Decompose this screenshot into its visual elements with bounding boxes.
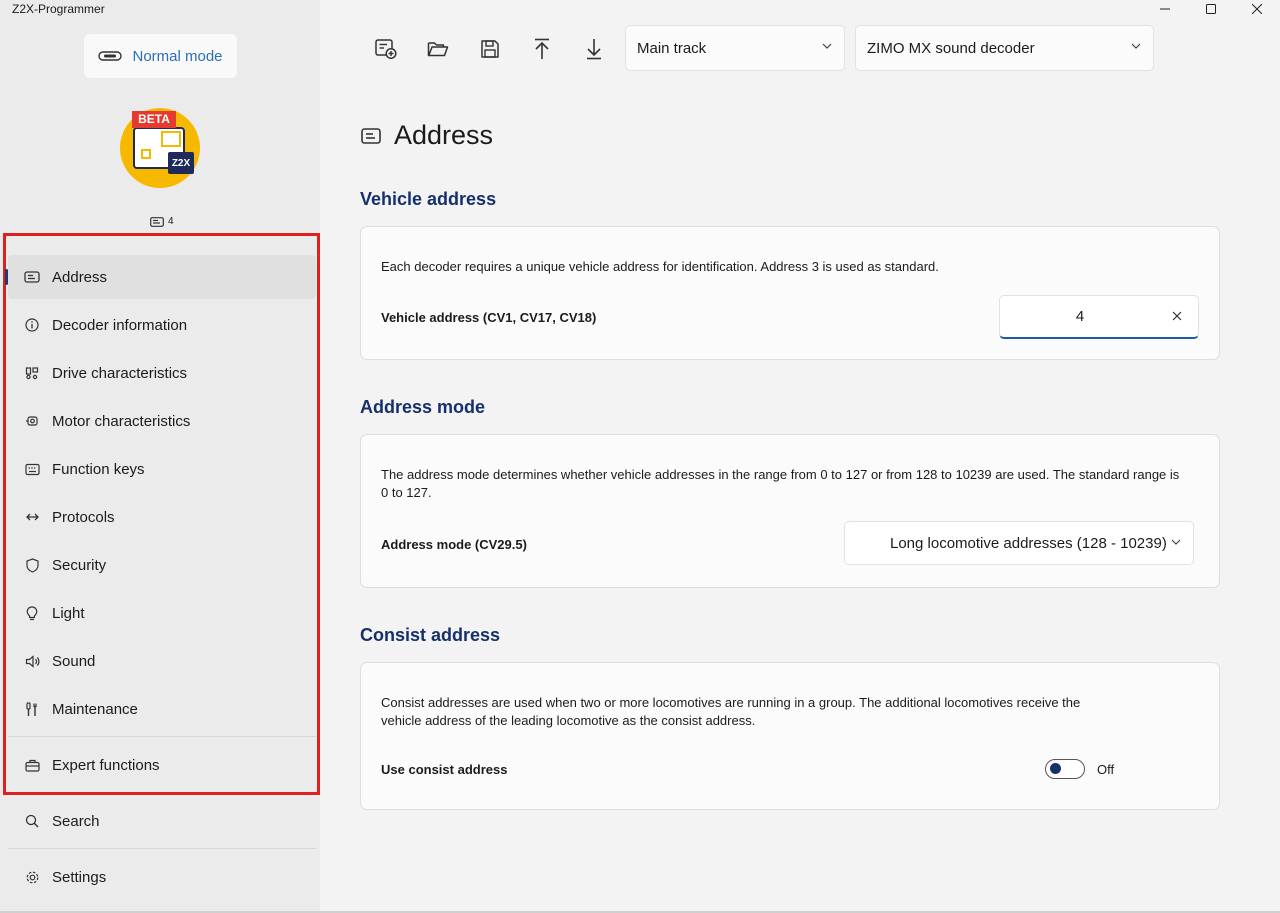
nav-item-label: Drive characteristics: [52, 364, 188, 382]
chevron-down-icon: [1131, 43, 1141, 49]
nav-item-label: Decoder information: [52, 316, 188, 334]
maximize-icon: [1206, 4, 1216, 14]
address-mode-description: The address mode determines whether vehi…: [381, 467, 1180, 500]
nav-item-label: Protocols: [52, 508, 115, 526]
decoder-dropdown[interactable]: ZIMO MX sound decoder: [855, 25, 1154, 71]
nav-item-function-keys[interactable]: Function keys: [8, 447, 316, 491]
mode-button[interactable]: Normal mode: [84, 34, 237, 78]
save-button[interactable]: [477, 36, 503, 62]
nav-item-security[interactable]: Security: [8, 543, 316, 587]
nav-item-protocols[interactable]: Protocols: [8, 495, 316, 539]
download-button[interactable]: [581, 36, 607, 62]
address-mode-label: Address mode (CV29.5): [381, 537, 527, 552]
nav-item-label: Maintenance: [52, 700, 138, 718]
upload-icon: [535, 38, 549, 59]
save-icon: [481, 40, 499, 58]
upload-button[interactable]: [529, 36, 555, 62]
track-dropdown[interactable]: Main track: [625, 25, 845, 71]
toggle-knob: [1050, 763, 1061, 774]
chevron-down-icon: [822, 43, 832, 49]
nav-separator: [8, 736, 316, 737]
logo-tag: Z2X: [171, 158, 191, 169]
nav-item-light[interactable]: Light: [8, 591, 316, 635]
nav-item-label: Search: [52, 812, 100, 830]
address-mode-value: Long locomotive addresses (128 - 10239): [890, 535, 1167, 552]
address-mode-card: The address mode determines whether vehi…: [360, 434, 1220, 588]
vehicle-address-value: 4: [1075, 308, 1085, 325]
tools-icon: [24, 701, 40, 717]
nav-item-sound[interactable]: Sound: [8, 639, 316, 683]
nav-separator: [8, 848, 316, 849]
nav-item-motor-characteristics[interactable]: Motor characteristics: [8, 399, 316, 443]
toggle-state-label: Off: [1097, 762, 1115, 777]
vehicle-address-description: Each decoder requires a unique vehicle a…: [381, 259, 939, 274]
vehicle-address-label: Vehicle address (CV1, CV17, CV18): [381, 310, 597, 325]
nav-item-label: Address: [52, 268, 108, 286]
keyboard-icon: [24, 461, 40, 477]
mode-toggle-icon: [98, 51, 123, 61]
track-dropdown-value: Main track: [637, 39, 707, 57]
open-folder-button[interactable]: [425, 36, 451, 62]
vehicle-address-input[interactable]: 4: [999, 295, 1199, 339]
address-card-icon: [24, 269, 40, 285]
vehicle-address-section-title: Vehicle address: [360, 189, 497, 209]
address-card-icon: [150, 216, 164, 227]
new-project-icon: [375, 39, 397, 59]
arrows-icon: [24, 509, 40, 525]
nav-item-maintenance[interactable]: Maintenance: [8, 687, 316, 731]
consist-address-label: Use consist address: [381, 762, 508, 777]
logo-badge: BETA: [138, 112, 170, 126]
nav-item-label: Expert functions: [52, 756, 160, 774]
mode-button-label: Normal mode: [132, 47, 223, 65]
consist-address-toggle[interactable]: [1045, 759, 1085, 779]
minimize-button[interactable]: [1142, 0, 1188, 18]
address-mode-section-title: Address mode: [360, 397, 486, 417]
address-mode-select[interactable]: Long locomotive addresses (128 - 10239): [844, 521, 1194, 565]
nav-item-expert-functions[interactable]: Expert functions: [8, 743, 316, 787]
nav-item-label: Settings: [52, 868, 107, 886]
nav-item-settings[interactable]: Settings: [8, 855, 316, 899]
nav-item-label: Function keys: [52, 460, 145, 478]
consist-address-card: Consist addresses are used when two or m…: [360, 662, 1220, 810]
current-address-indicator: 4: [150, 216, 174, 227]
page-title: Address: [394, 120, 494, 150]
nav-item-search[interactable]: Search: [8, 799, 316, 843]
motor-icon: [24, 413, 40, 429]
new-project-button[interactable]: [373, 36, 399, 62]
gear-icon: [24, 869, 40, 885]
drive-icon: [24, 365, 40, 381]
sidebar: Z2X-Programmer Normal mode BETA Z2X 4 Ad…: [0, 0, 320, 913]
vehicle-address-card: Each decoder requires a unique vehicle a…: [360, 226, 1220, 360]
search-icon: [24, 813, 40, 829]
chevron-down-icon: [1171, 539, 1181, 545]
decoder-dropdown-value: ZIMO MX sound decoder: [867, 39, 1035, 57]
briefcase-icon: [24, 757, 40, 773]
open-folder-icon: [427, 42, 449, 57]
speaker-icon: [24, 653, 40, 669]
close-icon: [1252, 4, 1262, 14]
nav-item-address[interactable]: Address: [5, 255, 316, 299]
nav-item-label: Sound: [52, 652, 96, 670]
minimize-icon: [1160, 8, 1170, 10]
nav-item-decoder-information[interactable]: Decoder information: [8, 303, 316, 347]
download-icon: [587, 39, 601, 60]
app-logo: BETA Z2X: [118, 106, 202, 190]
shield-icon: [24, 557, 40, 573]
address-card-icon: [361, 128, 381, 144]
current-address: 4: [168, 216, 174, 227]
nav-item-label: Light: [52, 604, 85, 622]
info-icon: [24, 317, 40, 333]
maximize-button[interactable]: [1188, 0, 1234, 18]
app-title: Z2X-Programmer: [12, 2, 105, 16]
nav-item-label: Security: [52, 556, 107, 574]
close-button[interactable]: [1234, 0, 1280, 18]
consist-address-section-title: Consist address: [360, 625, 501, 645]
clear-icon[interactable]: [1172, 311, 1182, 321]
consist-address-description: Consist addresses are used when two or m…: [381, 695, 1081, 728]
lightbulb-icon: [24, 605, 40, 621]
nav-item-drive-characteristics[interactable]: Drive characteristics: [8, 351, 316, 395]
nav-item-label: Motor characteristics: [52, 412, 191, 430]
